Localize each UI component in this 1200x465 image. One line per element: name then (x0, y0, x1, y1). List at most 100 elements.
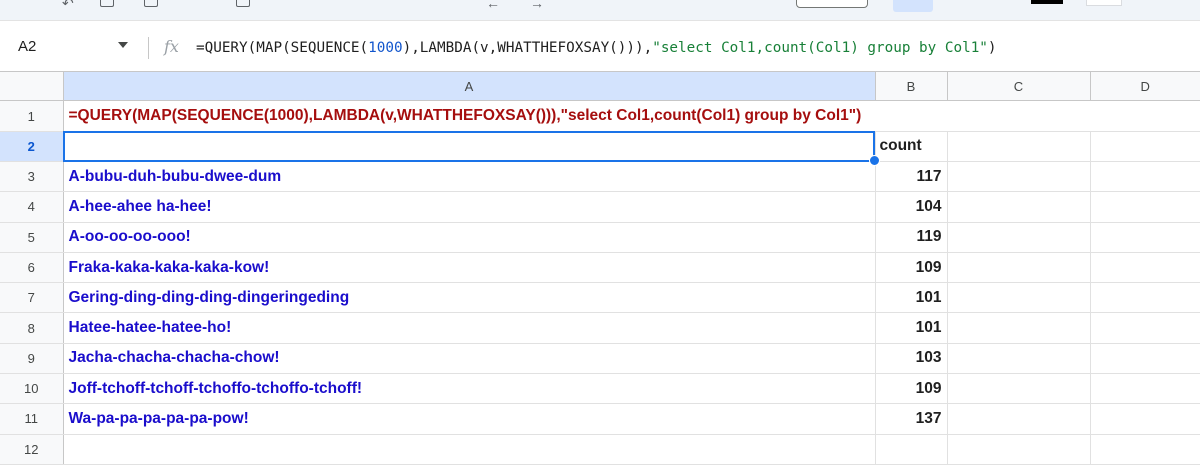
cell-d2[interactable] (1090, 131, 1200, 163)
cell-b6[interactable]: 109 (875, 252, 948, 284)
cell-d11[interactable] (1090, 403, 1200, 435)
cell-c11[interactable] (947, 403, 1091, 435)
formula-number: 1000 (368, 40, 403, 56)
cell-a5[interactable]: A-oo-oo-oo-ooo! (63, 222, 876, 253)
column-header-b[interactable]: B (875, 72, 948, 102)
spreadsheet-grid: A B C D 1 =QUERY(MAP(SEQUENCE(1000),LAMB… (0, 72, 1200, 465)
cell-b8[interactable]: 101 (875, 312, 948, 344)
cell-a8[interactable]: Hatee-hatee-hatee-ho! (63, 312, 876, 344)
column-header-a[interactable]: A (63, 72, 876, 102)
decrease-decimal-icon[interactable]: ← (486, 0, 500, 11)
cell-c8[interactable] (947, 312, 1091, 344)
table-row: 11 Wa-pa-pa-pa-pa-pa-pow! 137 (0, 403, 1200, 435)
cell-a12[interactable] (63, 434, 876, 465)
text-color-swatch[interactable] (1031, 0, 1063, 4)
cell-d12[interactable] (1090, 434, 1200, 465)
cell-a1[interactable]: =QUERY(MAP(SEQUENCE(1000),LAMBDA(v,WHATT… (63, 100, 875, 132)
column-header-c[interactable]: C (947, 72, 1091, 102)
table-row: 10 Joff-tchoff-tchoff-tchoffo-tchoffo-tc… (0, 373, 1200, 405)
cell-c10[interactable] (947, 373, 1091, 405)
table-row: 3 A-bubu-duh-bubu-dwee-dum 117 (0, 161, 1200, 193)
formula-text-part2: ),LAMBDA(v,WHATTHEFOXSAY())), (402, 40, 653, 56)
cell-c1[interactable] (947, 100, 1090, 132)
formula-bar-divider (148, 37, 149, 59)
table-row: 2 count (0, 131, 1200, 167)
cell-b2[interactable]: count (875, 131, 948, 163)
cell-c4[interactable] (947, 191, 1091, 223)
cell-c12[interactable] (947, 434, 1091, 465)
formula-text-part1: =QUERY(MAP(SEQUENCE( (196, 40, 369, 56)
cell-a11[interactable]: Wa-pa-pa-pa-pa-pa-pow! (63, 403, 876, 435)
formula-string: "select Col1,count(Col1) group by Col1" (652, 40, 988, 56)
row-header-2[interactable]: 2 (0, 131, 64, 163)
row-header-11[interactable]: 11 (0, 403, 64, 435)
cell-a7[interactable]: Gering-ding-ding-ding-dingeringeding (63, 282, 876, 314)
cell-d3[interactable] (1090, 161, 1200, 193)
cell-b3[interactable]: 117 (875, 161, 948, 193)
cell-c7[interactable] (947, 282, 1091, 314)
cell-b12[interactable] (875, 434, 948, 465)
formula-bar: A2 fx =QUERY(MAP(SEQUENCE(1000),LAMBDA(v… (0, 21, 1200, 72)
cell-d6[interactable] (1090, 252, 1200, 284)
row-header-3[interactable]: 3 (0, 161, 64, 193)
fill-color-swatch[interactable] (1086, 0, 1122, 6)
cell-a4[interactable]: A-hee-ahee ha-hee! (63, 191, 876, 223)
toolbar: ↶ ← → (0, 0, 1200, 21)
cell-a10[interactable]: Joff-tchoff-tchoff-tchoffo-tchoffo-tchof… (63, 373, 876, 405)
cell-d1[interactable] (1090, 100, 1200, 132)
table-row: 7 Gering-ding-ding-ding-dingeringeding 1… (0, 282, 1200, 314)
column-header-row: A B C D (0, 72, 1200, 102)
cell-a2[interactable] (63, 131, 880, 167)
cell-c5[interactable] (947, 222, 1091, 253)
cell-b11[interactable]: 137 (875, 403, 948, 435)
table-row: 6 Fraka-kaka-kaka-kaka-kow! 109 (0, 252, 1200, 284)
cell-d4[interactable] (1090, 191, 1200, 223)
cell-b7[interactable]: 101 (875, 282, 948, 314)
row-header-9[interactable]: 9 (0, 343, 64, 375)
cell-a3[interactable]: A-bubu-duh-bubu-dwee-dum (63, 161, 876, 193)
cell-b10[interactable]: 109 (875, 373, 948, 405)
formula-text-part3: ) (987, 40, 997, 56)
row-header-6[interactable]: 6 (0, 252, 64, 284)
cell-c2[interactable] (947, 131, 1091, 163)
row-header-4[interactable]: 4 (0, 191, 64, 223)
cell-d8[interactable] (1090, 312, 1200, 344)
table-row: 5 A-oo-oo-oo-ooo! 119 (0, 222, 1200, 253)
row-header-5[interactable]: 5 (0, 222, 64, 253)
cell-b4[interactable]: 104 (875, 191, 948, 223)
table-row: 4 A-hee-ahee ha-hee! 104 (0, 191, 1200, 223)
row-header-12[interactable]: 12 (0, 434, 64, 465)
cell-b1[interactable] (875, 100, 947, 132)
table-row: 12 (0, 434, 1200, 465)
column-header-d[interactable]: D (1090, 72, 1200, 102)
toolbar-selected-button[interactable] (893, 0, 933, 12)
font-size-box[interactable] (796, 0, 868, 8)
cell-c3[interactable] (947, 161, 1091, 193)
row-header-8[interactable]: 8 (0, 312, 64, 344)
cell-d5[interactable] (1090, 222, 1200, 253)
row-header-1[interactable]: 1 (0, 100, 64, 132)
cell-d10[interactable] (1090, 373, 1200, 405)
name-box-dropdown-icon[interactable] (118, 42, 128, 48)
cell-a6[interactable]: Fraka-kaka-kaka-kaka-kow! (63, 252, 876, 284)
paint-format-icon[interactable] (144, 0, 158, 7)
cell-b9[interactable]: 103 (875, 343, 948, 375)
row-header-10[interactable]: 10 (0, 373, 64, 405)
zoom-icon[interactable] (236, 0, 250, 7)
cell-c6[interactable] (947, 252, 1091, 284)
cell-c9[interactable] (947, 343, 1091, 375)
cell-a1-text: =QUERY(MAP(SEQUENCE(1000),LAMBDA(v,WHATT… (68, 107, 862, 125)
cell-d9[interactable] (1090, 343, 1200, 375)
increase-decimal-icon[interactable]: → (530, 0, 544, 11)
name-box[interactable]: A2 (18, 38, 36, 55)
table-row: 9 Jacha-chacha-chacha-chow! 103 (0, 343, 1200, 375)
formula-input[interactable]: =QUERY(MAP(SEQUENCE(1000),LAMBDA(v,WHATT… (196, 40, 997, 56)
undo-icon[interactable]: ↶ (62, 0, 74, 12)
row-header-7[interactable]: 7 (0, 282, 64, 314)
print-icon[interactable] (100, 0, 114, 7)
cell-b5[interactable]: 119 (875, 222, 948, 253)
fill-handle[interactable] (868, 155, 880, 167)
cell-a9[interactable]: Jacha-chacha-chacha-chow! (63, 343, 876, 375)
cell-d7[interactable] (1090, 282, 1200, 314)
select-all-corner[interactable] (0, 72, 64, 102)
